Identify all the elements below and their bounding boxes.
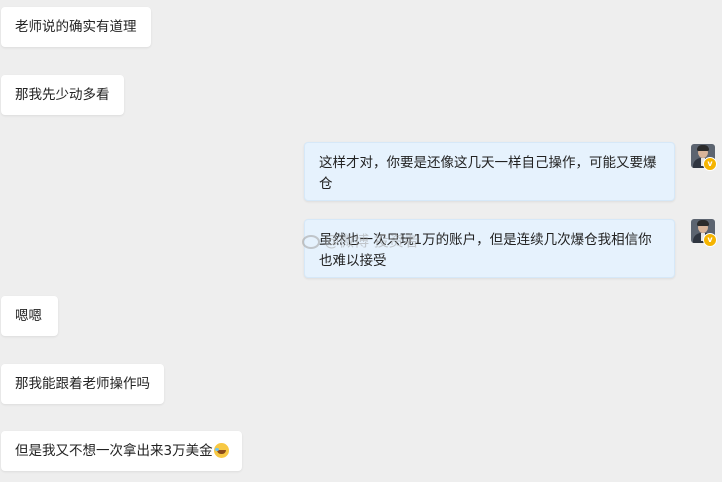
message-bubble-outgoing: 虽然也一次只玩1万的账户，但是连续几次爆仓我相信你也难以接受 — [304, 219, 675, 278]
message-text: 但是我又不想一次拿出来3万美金 — [15, 443, 213, 459]
message-bubble-incoming: 嗯嗯 — [1, 296, 58, 336]
message-bubble-incoming: 老师说的确实有道理 — [1, 7, 151, 47]
message-text: 虽然也一次只玩1万的账户，但是连续几次爆仓我相信你也难以接受 — [319, 232, 652, 269]
message-bubble-incoming: 但是我又不想一次拿出来3万美金 — [1, 431, 242, 471]
verified-badge-icon: v — [703, 233, 717, 247]
message-text: 那我先少动多看 — [15, 87, 110, 103]
message-bubble-incoming: 那我先少动多看 — [1, 75, 124, 115]
message-text: 这样才对，你要是还像这几天一样自己操作，可能又要爆仓 — [319, 155, 657, 192]
message-bubble-outgoing: 这样才对，你要是还像这几天一样自己操作，可能又要爆仓 — [304, 142, 675, 201]
message-text: 那我能跟着老师操作吗 — [15, 376, 150, 392]
verified-badge-icon: v — [703, 157, 717, 171]
message-bubble-incoming: 那我能跟着老师操作吗 — [1, 364, 164, 404]
message-text: 老师说的确实有道理 — [15, 19, 137, 35]
laughing-crying-emoji-icon — [213, 443, 229, 458]
message-text: 嗯嗯 — [15, 308, 42, 324]
